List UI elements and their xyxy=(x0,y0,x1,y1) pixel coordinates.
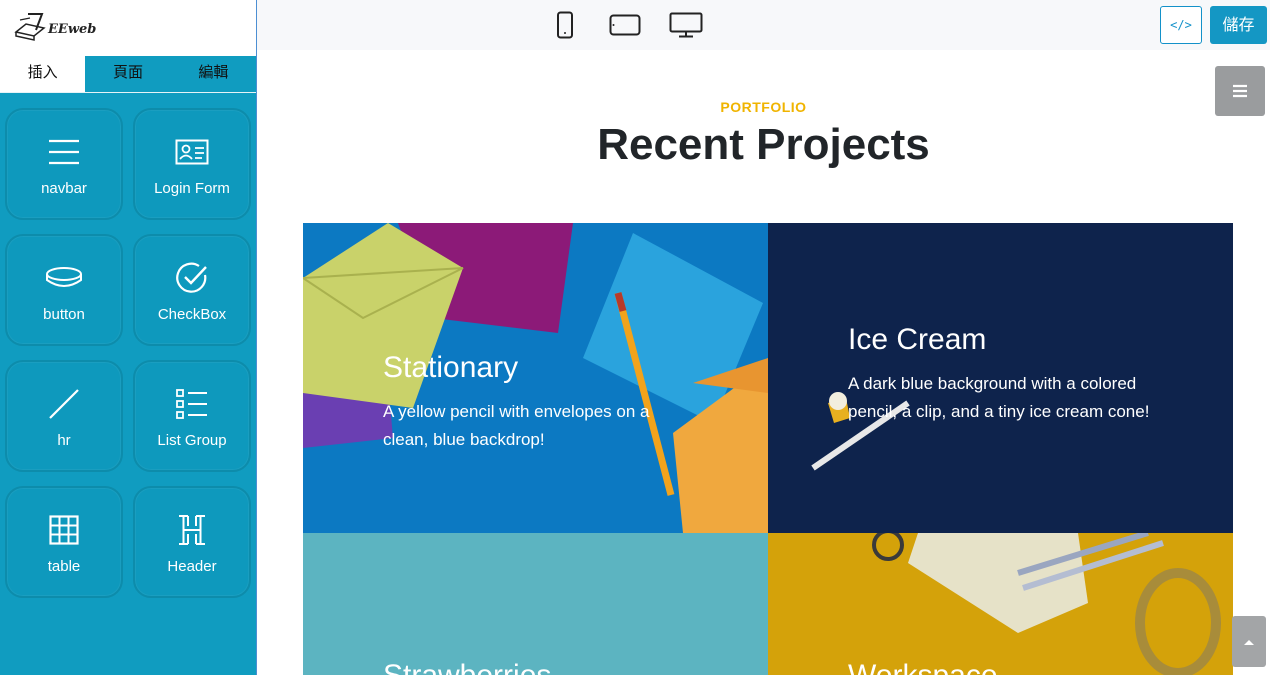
logo-bar: EEweb xyxy=(0,0,256,56)
diagonal-line-icon xyxy=(7,386,121,422)
check-circle-icon xyxy=(135,260,249,296)
device-toolbar xyxy=(257,0,1270,50)
logo[interactable]: EEweb xyxy=(14,10,98,50)
sidebar-tabs: 插入 頁面 編輯 xyxy=(0,56,256,93)
card-description: A dark blue background with a colored pe… xyxy=(848,374,1150,421)
code-icon: </> xyxy=(1170,18,1192,32)
section-eyebrow: PORTFOLIO xyxy=(720,99,807,115)
tab-pages[interactable]: 頁面 xyxy=(85,56,171,92)
sidebar: EEweb 插入 頁面 編輯 navbar Login Form button … xyxy=(0,0,257,675)
component-label: Header xyxy=(167,558,217,575)
component-label: Login Form xyxy=(154,180,230,197)
page-menu-button[interactable] xyxy=(1215,66,1265,116)
tablet-view-button[interactable] xyxy=(608,10,642,40)
card-title: Workspace xyxy=(848,659,998,675)
component-label: navbar xyxy=(41,180,87,197)
id-card-icon xyxy=(135,134,249,170)
workspace-image xyxy=(768,533,1233,675)
mobile-view-button[interactable] xyxy=(552,10,578,40)
component-label: List Group xyxy=(157,432,227,449)
portfolio-card-workspace[interactable]: Workspace xyxy=(768,533,1233,675)
scroll-to-top-button[interactable] xyxy=(1232,616,1266,667)
tablet-icon xyxy=(609,14,641,36)
view-code-button[interactable]: </> xyxy=(1160,6,1202,44)
card-description: A yellow pencil with envelopes on a clea… xyxy=(383,402,650,449)
tab-insert[interactable]: 插入 xyxy=(0,56,86,92)
component-label: hr xyxy=(57,432,71,449)
strawberries-image xyxy=(303,533,768,675)
component-hr[interactable]: hr xyxy=(5,360,123,472)
component-login-form[interactable]: Login Form xyxy=(133,108,251,220)
hamburger-icon xyxy=(1233,84,1247,98)
component-header[interactable]: Header xyxy=(133,486,251,598)
component-button[interactable]: button xyxy=(5,234,123,346)
desktop-icon xyxy=(669,12,703,38)
portfolio-card-ice-cream[interactable]: Ice Cream A dark blue background with a … xyxy=(768,223,1233,533)
page-title: Recent Projects xyxy=(597,120,930,169)
component-label: table xyxy=(47,558,81,575)
logo-icon xyxy=(14,13,46,41)
mobile-icon xyxy=(557,11,573,39)
portfolio-card-stationary[interactable]: Stationary A yellow pencil with envelope… xyxy=(303,223,768,533)
stationary-image xyxy=(303,223,768,533)
component-list-group[interactable]: List Group xyxy=(133,360,251,472)
logo-text: EEweb xyxy=(48,22,97,37)
h-heading-icon xyxy=(135,512,249,548)
desktop-view-button[interactable] xyxy=(668,10,704,40)
component-table[interactable]: table xyxy=(5,486,123,598)
component-label: button xyxy=(43,306,85,323)
tab-edit[interactable]: 編輯 xyxy=(170,56,256,92)
portfolio-card-strawberries[interactable]: Strawberries xyxy=(303,533,768,675)
component-label: CheckBox xyxy=(157,306,227,323)
grid-table-icon xyxy=(7,512,121,548)
button-pill-icon xyxy=(7,260,121,296)
list-icon xyxy=(135,386,249,422)
hamburger-icon xyxy=(7,134,121,170)
caret-up-icon xyxy=(1244,639,1254,645)
component-checkbox[interactable]: CheckBox xyxy=(133,234,251,346)
card-title: Ice Cream xyxy=(848,323,987,356)
card-title: Strawberries xyxy=(383,659,551,675)
component-navbar[interactable]: navbar xyxy=(5,108,123,220)
card-title: Stationary xyxy=(383,351,519,384)
save-button[interactable]: 儲存 xyxy=(1210,6,1267,44)
